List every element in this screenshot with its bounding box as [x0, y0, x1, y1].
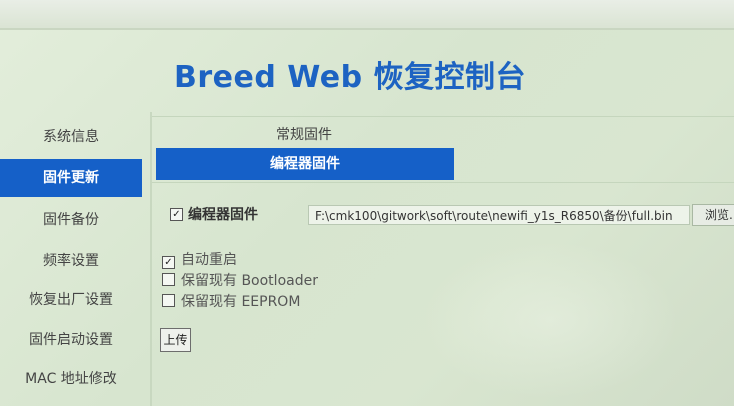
- keep-bootloader-checkbox[interactable]: [162, 273, 175, 286]
- sidebar-item-boot-settings[interactable]: 固件启动设置: [0, 321, 142, 359]
- top-strip: [0, 0, 734, 30]
- programmer-firmware-label: 编程器固件: [188, 207, 258, 223]
- tab-programmer-firmware[interactable]: 编程器固件: [156, 148, 454, 180]
- keep-eeprom-checkbox[interactable]: [162, 294, 175, 307]
- content-top-divider: [152, 116, 734, 117]
- auto-reboot-checkbox[interactable]: ✓: [162, 256, 175, 269]
- sidebar-item-firmware-update[interactable]: 固件更新: [0, 159, 142, 197]
- page-title: Breed Web 恢复控制台: [174, 60, 527, 95]
- sidebar-item-firmware-backup[interactable]: 固件备份: [0, 201, 142, 239]
- sidebar-divider: [150, 112, 152, 406]
- sidebar-item-system-info[interactable]: 系统信息: [0, 118, 142, 156]
- content-tab-divider: [152, 182, 734, 183]
- upload-button[interactable]: 上传: [160, 328, 191, 352]
- sidebar-item-frequency-settings[interactable]: 频率设置: [0, 242, 142, 280]
- programmer-firmware-checkbox[interactable]: ✓: [170, 208, 183, 221]
- sidebar: 系统信息 固件更新 固件备份 频率设置 恢复出厂设置 固件启动设置 MAC 地址…: [0, 112, 146, 406]
- auto-reboot-label: 自动重启: [181, 252, 237, 268]
- option-auto-reboot[interactable]: ✓ 自动重启: [162, 249, 237, 269]
- sidebar-item-factory-reset[interactable]: 恢复出厂设置: [0, 281, 142, 319]
- tab-normal-firmware[interactable]: 常规固件: [276, 124, 332, 144]
- option-keep-eeprom[interactable]: 保留现有 EEPROM: [162, 291, 301, 310]
- option-keep-bootloader[interactable]: 保留现有 Bootloader: [162, 270, 318, 289]
- browse-button[interactable]: 浏览...: [692, 204, 734, 226]
- file-path-input[interactable]: F:\cmk100\gitwork\soft\route\newifi_y1s_…: [308, 205, 690, 225]
- keep-eeprom-label: 保留现有 EEPROM: [181, 294, 301, 310]
- sidebar-item-mac-address[interactable]: MAC 地址修改: [0, 360, 142, 398]
- keep-bootloader-label: 保留现有 Bootloader: [181, 273, 318, 289]
- top-strip-divider: [0, 28, 734, 30]
- screen-glare: [420, 240, 680, 400]
